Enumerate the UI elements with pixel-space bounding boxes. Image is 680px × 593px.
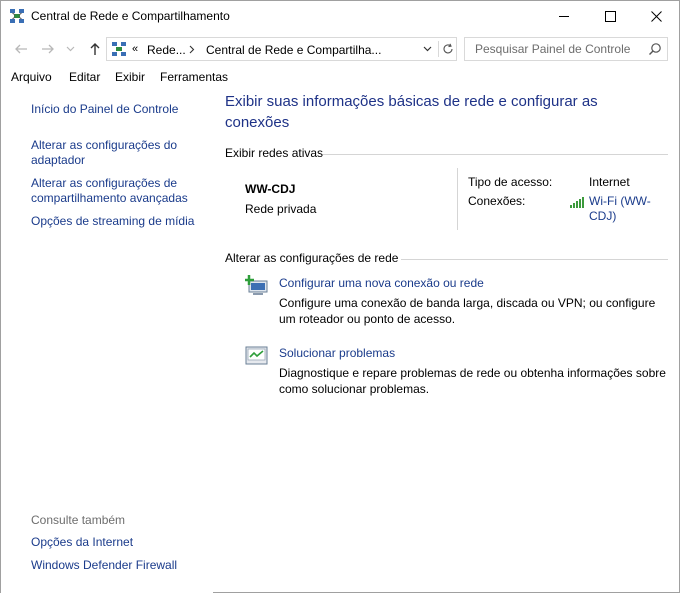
maximize-icon: [604, 11, 616, 22]
breadcrumb-current[interactable]: Central de Rede e Compartilha...: [206, 43, 381, 57]
title-bar[interactable]: Central de Rede e Compartilhamento: [1, 1, 679, 32]
troubleshoot-problems-description: Diagnostique e repare problemas de rede …: [279, 366, 666, 396]
network-center-icon: [112, 42, 126, 56]
setup-new-connection-link[interactable]: Configurar uma nova conexão ou rede: [279, 276, 484, 290]
connections-label: Conexões:: [468, 194, 526, 208]
sidebar-link-control-panel-home[interactable]: Início do Painel de Controle: [31, 102, 206, 117]
chevron-right-icon: [189, 45, 195, 53]
menu-ferramentas[interactable]: Ferramentas: [160, 70, 228, 84]
active-networks-divider: [323, 154, 668, 155]
wifi-signal-icon: [570, 197, 584, 208]
network-type-link[interactable]: Rede privada: [245, 202, 316, 216]
breadcrumb-rede[interactable]: Rede...: [147, 43, 186, 57]
breadcrumb-separator[interactable]: [187, 42, 197, 56]
access-type-label: Tipo de acesso:: [468, 175, 553, 189]
access-type-value: Internet: [589, 175, 630, 189]
change-settings-divider: [401, 259, 668, 260]
forward-button[interactable]: [39, 40, 57, 58]
refresh-icon: [443, 43, 453, 54]
chevron-down-icon: [423, 46, 431, 52]
search-box[interactable]: [464, 37, 668, 61]
address-overflow-chevrons[interactable]: «: [132, 43, 138, 55]
search-input[interactable]: [465, 38, 645, 60]
search-icon[interactable]: [648, 42, 662, 56]
minimize-icon: [558, 16, 569, 17]
page-title: Exibir suas informações básicas de rede …: [225, 93, 598, 131]
close-button[interactable]: [633, 1, 679, 32]
address-history-button[interactable]: [420, 42, 434, 56]
new-connection-icon: [245, 275, 268, 295]
maximize-button[interactable]: [587, 1, 633, 32]
troubleshoot-icon: [245, 346, 268, 365]
see-also-defender-firewall[interactable]: Windows Defender Firewall: [31, 558, 206, 573]
chevron-down-icon: [66, 46, 74, 52]
menu-editar[interactable]: Editar: [69, 70, 100, 84]
left-task-pane: Início do Painel de Controle Alterar as …: [1, 90, 213, 593]
setup-new-connection-description: Configure uma conexão de banda larga, di…: [279, 296, 656, 326]
sidebar-link-advanced-sharing[interactable]: Alterar as configurações de compartilham…: [31, 176, 206, 206]
close-icon: [650, 11, 662, 22]
navigation-bar: « Rede... Central de Rede e Compartilha.…: [1, 32, 679, 66]
active-networks-heading: Exibir redes ativas: [225, 146, 324, 160]
menu-arquivo[interactable]: Arquivo: [11, 70, 52, 84]
up-button[interactable]: [86, 40, 104, 58]
network-sharing-center-window: Central de Rede e Compartilhamento « Red…: [0, 0, 680, 593]
see-also-heading: Consulte também: [31, 513, 126, 527]
arrow-right-icon: [42, 44, 54, 54]
recent-locations-button[interactable]: [64, 40, 76, 58]
refresh-button[interactable]: [438, 41, 454, 57]
wifi-connection-link[interactable]: Wi-Fi (WW-CDJ): [589, 194, 659, 224]
see-also-internet-options[interactable]: Opções da Internet: [31, 535, 206, 550]
troubleshoot-problems-link[interactable]: Solucionar problemas: [279, 346, 395, 360]
minimize-button[interactable]: [541, 1, 587, 32]
menu-exibir[interactable]: Exibir: [115, 70, 145, 84]
address-bar[interactable]: « Rede... Central de Rede e Compartilha.…: [106, 37, 457, 61]
network-info-divider: [457, 168, 458, 230]
change-settings-heading: Alterar as configurações de rede: [225, 251, 399, 265]
arrow-left-icon: [15, 44, 27, 54]
back-button[interactable]: [12, 40, 30, 58]
network-center-icon: [10, 9, 24, 23]
arrow-up-icon: [90, 43, 100, 55]
window-title: Central de Rede e Compartilhamento: [31, 9, 230, 23]
sidebar-link-media-streaming[interactable]: Opções de streaming de mídia: [31, 214, 206, 229]
sidebar-link-adapter-settings[interactable]: Alterar as configurações do adaptador: [31, 138, 206, 168]
menu-bar: Arquivo Editar Exibir Ferramentas: [1, 67, 679, 89]
network-name: WW-CDJ: [245, 182, 296, 196]
